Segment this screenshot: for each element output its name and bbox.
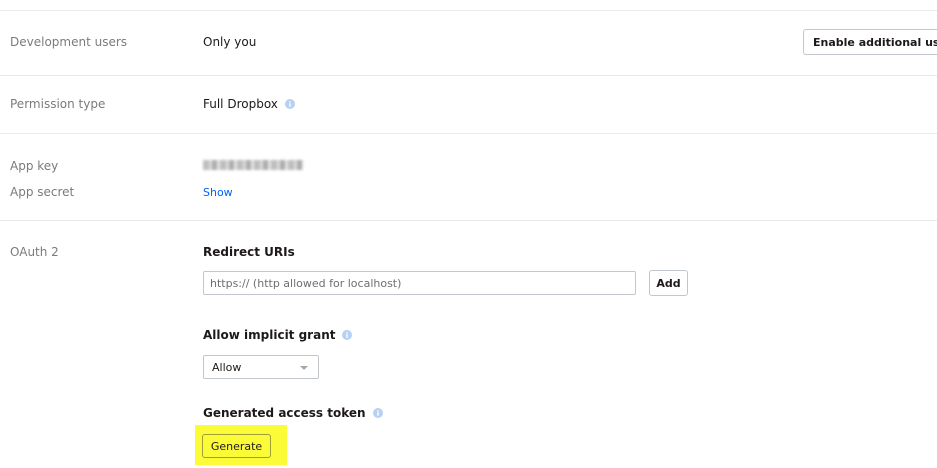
redirect-uris-heading: Redirect URIs [203, 245, 295, 259]
development-users-label: Development users [10, 35, 128, 49]
generated-access-token-text: Generated access token [203, 406, 366, 420]
info-icon[interactable] [342, 329, 353, 340]
enable-additional-users-button[interactable]: Enable additional users [803, 29, 937, 55]
divider [0, 10, 937, 11]
add-redirect-uri-button[interactable]: Add [649, 270, 688, 296]
development-users-value: Only you [203, 35, 257, 49]
info-icon[interactable] [372, 407, 383, 418]
implicit-grant-selected-value: Allow [212, 360, 242, 374]
divider [0, 220, 937, 221]
chevron-down-icon [300, 366, 308, 370]
redirect-uri-input[interactable] [203, 271, 636, 295]
permission-type-value: Full Dropbox [203, 97, 295, 111]
permission-type-text: Full Dropbox [203, 97, 278, 111]
divider [0, 75, 937, 76]
app-key-value-redacted [203, 160, 303, 170]
app-settings-page: Development users Only you Enable additi… [0, 0, 937, 468]
allow-implicit-grant-text: Allow implicit grant [203, 328, 336, 342]
implicit-grant-select[interactable]: Allow [203, 355, 319, 379]
app-secret-label: App secret [10, 185, 75, 199]
generated-access-token-heading: Generated access token [203, 406, 383, 420]
allow-implicit-grant-heading: Allow implicit grant [203, 328, 353, 342]
divider [0, 133, 937, 134]
info-icon[interactable] [284, 98, 295, 109]
show-secret-link[interactable]: Show [203, 186, 233, 199]
generate-token-button[interactable]: Generate [202, 434, 271, 458]
oauth2-label: OAuth 2 [10, 245, 59, 259]
app-key-label: App key [10, 159, 59, 173]
permission-type-label: Permission type [10, 97, 106, 111]
